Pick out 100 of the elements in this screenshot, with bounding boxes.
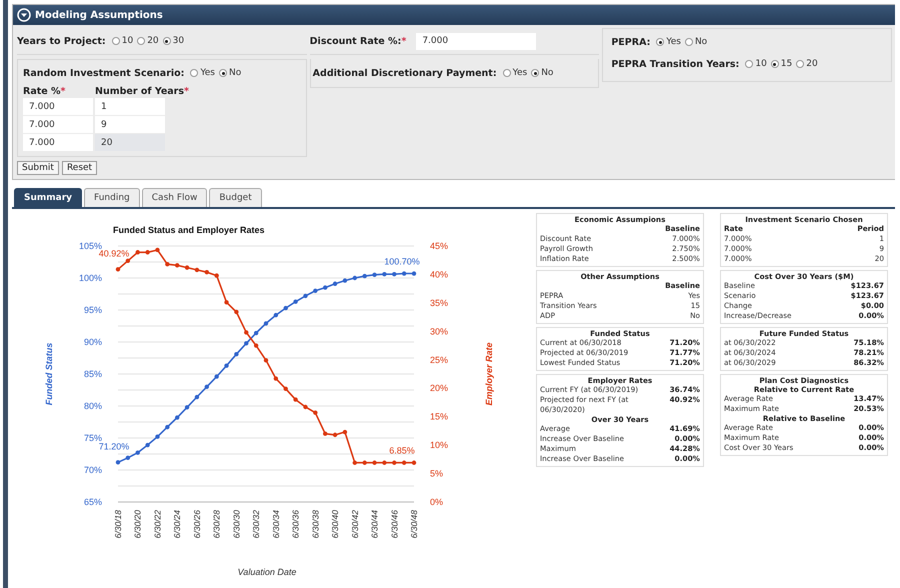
data-point bbox=[303, 294, 308, 298]
rate-field[interactable]: 7.000 bbox=[23, 116, 93, 133]
axis-tick-label: 6/30/32 bbox=[251, 510, 262, 538]
radio-option[interactable]: 20 bbox=[137, 36, 159, 46]
data-point bbox=[254, 330, 258, 336]
data-point bbox=[184, 265, 190, 270]
data-point bbox=[224, 363, 229, 368]
data-point bbox=[234, 310, 239, 314]
data-point bbox=[332, 282, 338, 286]
column-header: Number of Years* bbox=[95, 86, 189, 96]
data-point bbox=[214, 273, 219, 278]
radio-button[interactable] bbox=[502, 69, 511, 77]
radio-button[interactable] bbox=[796, 60, 804, 68]
data-point bbox=[372, 460, 377, 465]
data-point bbox=[293, 397, 298, 402]
years-field[interactable]: 9 bbox=[95, 116, 165, 133]
data-point bbox=[342, 430, 348, 434]
axis-tick-label: 45% bbox=[430, 241, 448, 251]
data-point bbox=[155, 248, 160, 252]
axis-tick-label: 6/30/42 bbox=[350, 510, 360, 538]
axis-tick-label: 40% bbox=[430, 269, 448, 280]
data-point bbox=[284, 306, 288, 310]
data-point bbox=[126, 258, 130, 263]
radio-button[interactable] bbox=[112, 37, 120, 45]
data-point bbox=[204, 270, 209, 274]
axis-tick-label: 90% bbox=[84, 337, 102, 347]
radio-option[interactable]: No bbox=[219, 68, 242, 78]
data-point bbox=[392, 460, 396, 465]
tab[interactable]: Cash Flow bbox=[142, 188, 208, 207]
data-point bbox=[116, 460, 120, 465]
form-button[interactable]: Submit bbox=[17, 161, 59, 175]
axis-tick-label: 6/30/38 bbox=[310, 510, 320, 538]
radio-option[interactable]: 10 bbox=[745, 59, 767, 69]
data-point bbox=[155, 434, 160, 439]
radio-option[interactable]: 15 bbox=[770, 59, 792, 69]
option-label: No bbox=[694, 37, 708, 47]
column-header: Rate %* bbox=[23, 86, 67, 96]
radio-option[interactable]: Yes bbox=[190, 68, 215, 78]
radio-button[interactable] bbox=[745, 60, 754, 68]
data-point bbox=[145, 442, 150, 448]
radio-button[interactable] bbox=[190, 69, 198, 77]
data-point bbox=[352, 460, 357, 465]
years-field[interactable]: 1 bbox=[95, 98, 165, 115]
data-point bbox=[136, 250, 140, 254]
axis-tick-label: 105% bbox=[78, 241, 102, 251]
radio-button[interactable] bbox=[162, 37, 171, 45]
data-point bbox=[165, 262, 170, 266]
radio-option[interactable]: No bbox=[531, 68, 554, 78]
radio-button[interactable] bbox=[770, 60, 779, 68]
radio-button[interactable] bbox=[219, 69, 227, 77]
tab[interactable]: Funding bbox=[84, 188, 140, 207]
rate-field[interactable]: 7.000 bbox=[23, 134, 93, 151]
option-label: 20 bbox=[806, 59, 818, 69]
option-label: 20 bbox=[147, 36, 159, 46]
data-point bbox=[136, 450, 140, 455]
data-point bbox=[264, 321, 268, 326]
data-point bbox=[224, 300, 229, 305]
axis-tick-label: 70% bbox=[84, 465, 102, 475]
data-point bbox=[293, 299, 298, 304]
radio-option[interactable]: 20 bbox=[796, 59, 818, 69]
radio-option[interactable]: 30 bbox=[162, 36, 184, 46]
data-point bbox=[313, 288, 318, 293]
axis-tick-label: 95% bbox=[84, 305, 102, 315]
radio-option[interactable]: 10 bbox=[112, 36, 134, 46]
axis-tick-label: 6/30/26 bbox=[192, 510, 202, 538]
radio-button[interactable] bbox=[137, 37, 146, 45]
axis-tick-label: 6/30/18 bbox=[113, 510, 123, 538]
form-button[interactable]: Reset bbox=[62, 161, 98, 175]
data-point bbox=[412, 271, 416, 276]
radio-option[interactable]: No bbox=[684, 37, 708, 47]
axis-tick-label: 6/30/24 bbox=[172, 510, 182, 538]
axis-tick-label: 30% bbox=[430, 326, 448, 336]
tab[interactable]: Summary bbox=[14, 188, 82, 207]
data-label: 6.85% bbox=[389, 446, 415, 456]
data-point bbox=[264, 358, 268, 363]
option-label: Yes bbox=[666, 37, 681, 47]
data-point bbox=[412, 460, 416, 465]
axis-tick-label: 6/30/40 bbox=[330, 510, 340, 538]
radio-option[interactable]: Yes bbox=[502, 68, 528, 78]
axis-tick-label: 75% bbox=[84, 433, 102, 443]
tab[interactable]: Budget bbox=[209, 188, 262, 207]
radio-button[interactable] bbox=[531, 69, 540, 77]
data-point bbox=[342, 278, 348, 283]
data-label: 100.70% bbox=[384, 256, 420, 267]
radio-button[interactable] bbox=[656, 38, 664, 46]
axis-tick-label: 10% bbox=[430, 440, 448, 450]
axis-tick-label: 85% bbox=[84, 369, 102, 379]
data-point bbox=[194, 268, 200, 272]
collapse-icon[interactable] bbox=[17, 8, 31, 22]
rate-field[interactable]: 7.000 bbox=[23, 98, 93, 115]
data-point bbox=[116, 267, 120, 272]
chart-title: Funded Status and Employer Rates bbox=[113, 225, 265, 235]
radio-option[interactable]: Yes bbox=[656, 37, 681, 47]
field-label: Random Investment Scenario: bbox=[23, 68, 184, 78]
data-point bbox=[274, 376, 278, 381]
axis-tick-label: 6/30/28 bbox=[212, 510, 222, 538]
axis-tick-label: 100% bbox=[78, 273, 102, 283]
radio-button[interactable] bbox=[684, 38, 693, 46]
discount-rate-field[interactable]: 7.000 bbox=[416, 32, 536, 50]
option-label: No bbox=[229, 68, 242, 78]
